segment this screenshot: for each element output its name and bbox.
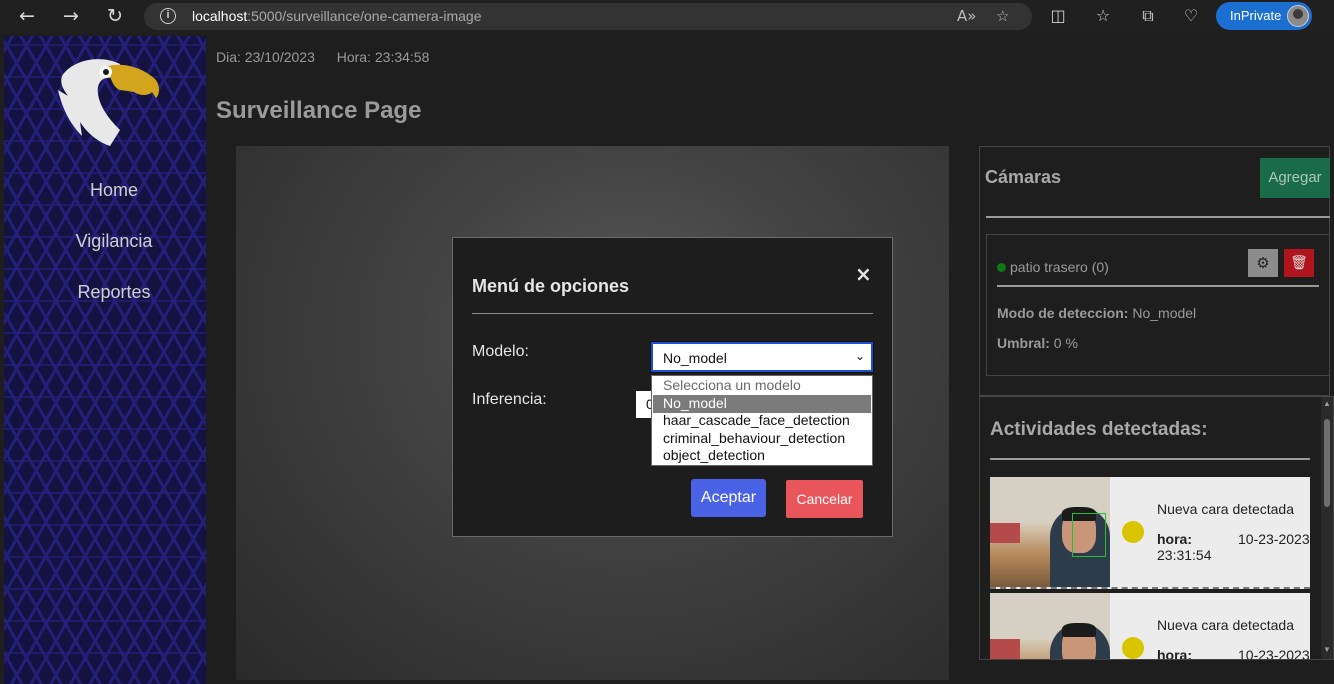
cameras-title: Cámaras [985, 167, 1062, 187]
scroll-down-icon[interactable]: ▼ [1322, 645, 1332, 654]
activity-text: Nueva cara detectada [1157, 501, 1294, 517]
browser-essentials-icon[interactable]: ♡ [1180, 5, 1202, 27]
collections-icon[interactable]: ⧉ [1137, 5, 1159, 27]
app-area: Home Vigilancia Reportes Dia: 23/10/2023… [0, 33, 1334, 684]
camera-name: patio trasero (0) [997, 259, 1109, 275]
activity-date: 10-23-2023 [1238, 531, 1310, 547]
dropdown-option[interactable]: object_detection [653, 447, 871, 465]
model-dropdown-list: Selecciona un modelo No_model haar_casca… [651, 375, 873, 466]
activities-title: Actividades detectadas: [990, 419, 1208, 440]
favorites-icon[interactable]: ☆ [1092, 5, 1114, 27]
close-icon[interactable]: × [855, 262, 872, 286]
activity-time: 23:31:54 [1157, 547, 1212, 563]
favorite-star-icon[interactable]: ☆ [996, 7, 1009, 25]
current-date: Dia: 23/10/2023 [216, 49, 315, 65]
activities-scrollbar[interactable]: ▲ ▼ [1321, 397, 1333, 659]
divider [986, 216, 1330, 218]
inference-label: Inferencia: [472, 391, 547, 408]
datetime: Dia: 23/10/2023 Hora: 23:34:58 [216, 49, 447, 65]
dropdown-option-selected[interactable]: No_model [653, 395, 871, 413]
accept-button[interactable]: Aceptar [691, 479, 766, 517]
address-bar[interactable]: i localhost:5000/surveillance/one-camera… [144, 3, 1032, 30]
activity-thumbnail [990, 593, 1110, 659]
browser-toolbar: ← → ↻ i localhost:5000/surveillance/one-… [0, 0, 1334, 33]
alert-icon [1122, 521, 1144, 543]
refresh-icon[interactable]: ↻ [102, 4, 128, 28]
activities-panel: Actividades detectadas: Nueva cara detec… [979, 396, 1334, 660]
dropdown-option[interactable]: Selecciona un modelo [653, 377, 871, 395]
activity-text: Nueva cara detectada [1157, 617, 1294, 633]
activity-date: 10-23-2023 [1238, 647, 1310, 660]
camera-delete-button[interactable]: 🗑 [1284, 249, 1314, 277]
read-aloud-icon[interactable]: A» [957, 7, 976, 25]
trash-icon: 🗑 [1290, 255, 1308, 271]
split-screen-icon[interactable]: ◫ [1047, 5, 1069, 27]
dropdown-option[interactable]: criminal_behaviour_detection [653, 430, 871, 448]
detection-mode: Modo de deteccion: No_model [997, 305, 1197, 321]
activity-hora-label: hora: [1157, 647, 1192, 660]
online-status-icon [997, 263, 1006, 272]
url-text[interactable]: localhost:5000/surveillance/one-camera-i… [192, 8, 482, 24]
cancel-button[interactable]: Cancelar [786, 480, 863, 518]
camera-settings-button[interactable]: ⚙ [1248, 249, 1278, 277]
gear-icon: ⚙ [1256, 254, 1270, 272]
model-label: Modelo: [472, 343, 529, 360]
activity-thumbnail [990, 477, 1110, 587]
modal-title: Menú de opciones [472, 276, 630, 296]
options-modal: Menú de opciones × Modelo: Inferencia: 0… [452, 237, 893, 537]
sidebar-item-reportes[interactable]: Reportes [24, 282, 204, 303]
cameras-panel: Cámaras Agregar patio trasero (0) ⚙ 🗑 Mo… [979, 146, 1330, 396]
forward-icon[interactable]: → [58, 4, 84, 28]
threshold: Umbral: 0 % [997, 335, 1078, 351]
back-icon[interactable]: ← [14, 4, 40, 28]
scroll-up-icon[interactable]: ▲ [1322, 399, 1332, 408]
activity-item[interactable]: Nueva cara detectada hora: 10-23-2023 23… [990, 477, 1310, 589]
dropdown-option[interactable]: haar_cascade_face_detection [653, 412, 871, 430]
current-time: Hora: 23:34:58 [336, 49, 430, 65]
inprivate-badge[interactable]: InPrivate [1216, 2, 1312, 30]
chevron-down-icon: ⌄ [854, 349, 865, 363]
model-select[interactable]: No_model ⌄ [650, 341, 874, 373]
divider [997, 285, 1319, 287]
sidebar-item-vigilancia[interactable]: Vigilancia [24, 231, 204, 252]
divider [990, 458, 1310, 460]
sidebar-item-home[interactable]: Home [24, 180, 204, 201]
activity-item[interactable]: Nueva cara detectada hora: 10-23-2023 [990, 593, 1310, 660]
divider [472, 313, 873, 314]
eagle-logo [58, 59, 159, 146]
sidebar: Home Vigilancia Reportes [4, 36, 206, 684]
page-title: Surveillance Page [216, 97, 422, 124]
camera-card[interactable]: patio trasero (0) ⚙ 🗑 Modo de deteccion:… [986, 234, 1330, 376]
site-info-icon[interactable]: i [160, 8, 176, 24]
activity-hora-label: hora: [1157, 531, 1192, 547]
add-camera-button[interactable]: Agregar [1260, 158, 1330, 198]
alert-icon [1122, 637, 1144, 659]
scroll-thumb[interactable] [1324, 419, 1330, 507]
profile-avatar[interactable] [1287, 5, 1309, 27]
